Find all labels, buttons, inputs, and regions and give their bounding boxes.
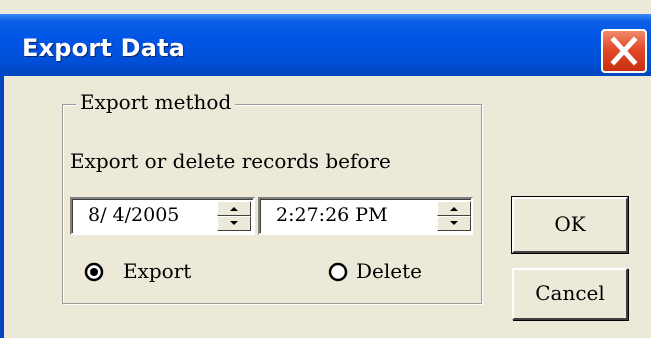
title-bar[interactable]: Export Data [0,14,651,76]
radio-selected-icon [84,262,104,282]
spin-down-icon [230,221,238,225]
delete-radio-label[interactable]: Delete [356,259,422,283]
date-spin-down-button[interactable] [217,216,251,231]
instruction-label: Export or delete records before [70,149,391,173]
date-spin-up-button[interactable] [217,201,251,216]
export-data-dialog: Export Data Export method Export or dele… [0,0,651,338]
time-picker-field[interactable]: 2:27:26 PM [258,197,473,235]
groupbox-legend: Export method [76,90,236,114]
close-button[interactable] [601,29,647,73]
spin-up-icon [450,207,458,211]
date-picker-field[interactable]: 8/ 4/2005 [70,197,255,235]
time-spinner[interactable] [437,201,471,231]
time-value[interactable]: 2:27:26 PM [276,204,388,226]
export-radio[interactable] [84,262,104,282]
date-value[interactable]: 8/ 4/2005 [88,204,179,226]
export-radio-label[interactable]: Export [123,259,191,283]
radio-unselected-icon [328,262,348,282]
cancel-button[interactable]: Cancel [512,268,628,320]
window-title: Export Data [22,34,186,62]
time-spin-down-button[interactable] [437,216,471,231]
ok-button[interactable]: OK [511,196,629,254]
spin-down-icon [450,221,458,225]
spin-up-icon [230,207,238,211]
delete-radio[interactable] [328,262,348,282]
close-x-icon [610,36,638,66]
window-left-border [0,76,4,338]
time-spin-up-button[interactable] [437,201,471,216]
date-spinner[interactable] [217,201,251,231]
